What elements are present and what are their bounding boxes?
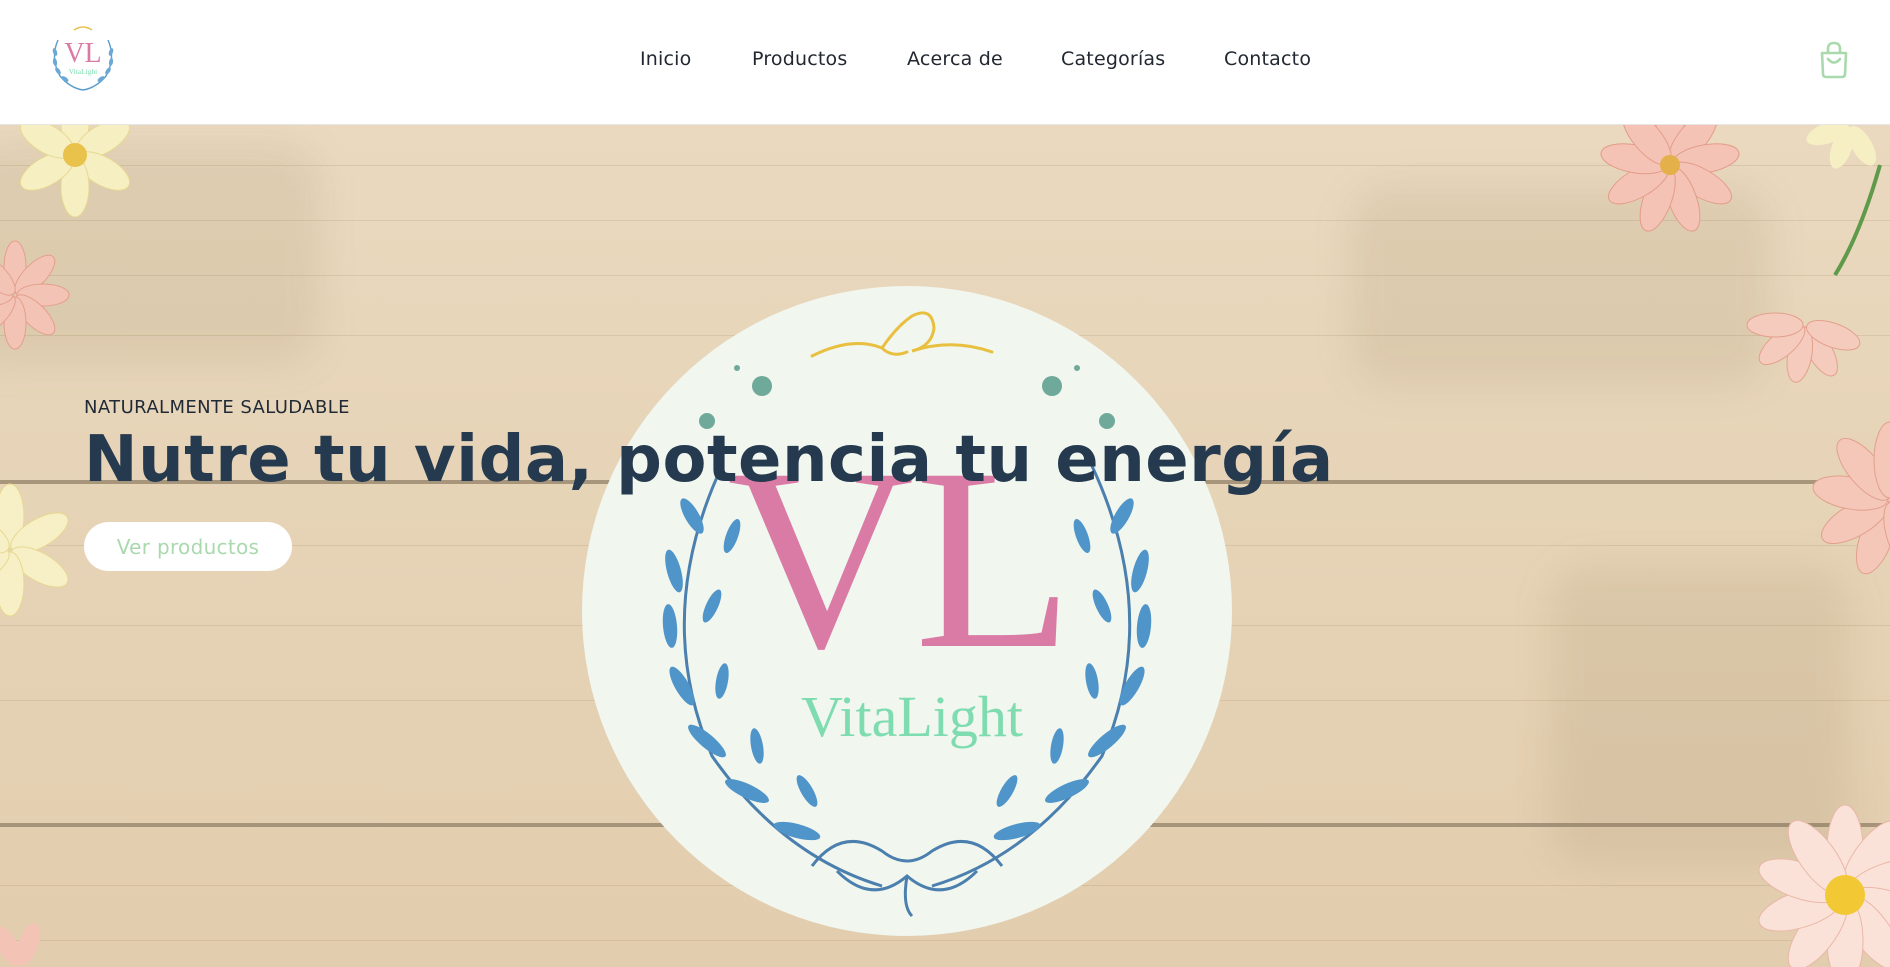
- view-products-button[interactable]: Ver productos: [84, 522, 292, 571]
- main-nav: Inicio Productos Acerca de Categorías Co…: [0, 0, 1890, 118]
- hero-section: VL VitaLight NATURALMENTE SALUDABLE Nutr…: [0, 125, 1890, 967]
- vitalight-emblem: VL VitaLight: [582, 286, 1232, 936]
- nav-acerca-de[interactable]: Acerca de: [907, 48, 1003, 70]
- svg-text:VitaLight: VitaLight: [801, 684, 1023, 749]
- shopping-bag-icon[interactable]: [1814, 40, 1854, 80]
- nav-contacto[interactable]: Contacto: [1224, 48, 1311, 70]
- hero-eyebrow: NATURALMENTE SALUDABLE: [84, 397, 350, 418]
- nav-categorias[interactable]: Categorías: [1061, 48, 1165, 70]
- hero-headline: Nutre tu vida, potencia tu energía: [84, 423, 1334, 497]
- nav-productos[interactable]: Productos: [752, 48, 847, 70]
- nav-inicio[interactable]: Inicio: [640, 48, 691, 70]
- site-header: VL VitaLight Inicio Productos Acerca de …: [0, 0, 1890, 125]
